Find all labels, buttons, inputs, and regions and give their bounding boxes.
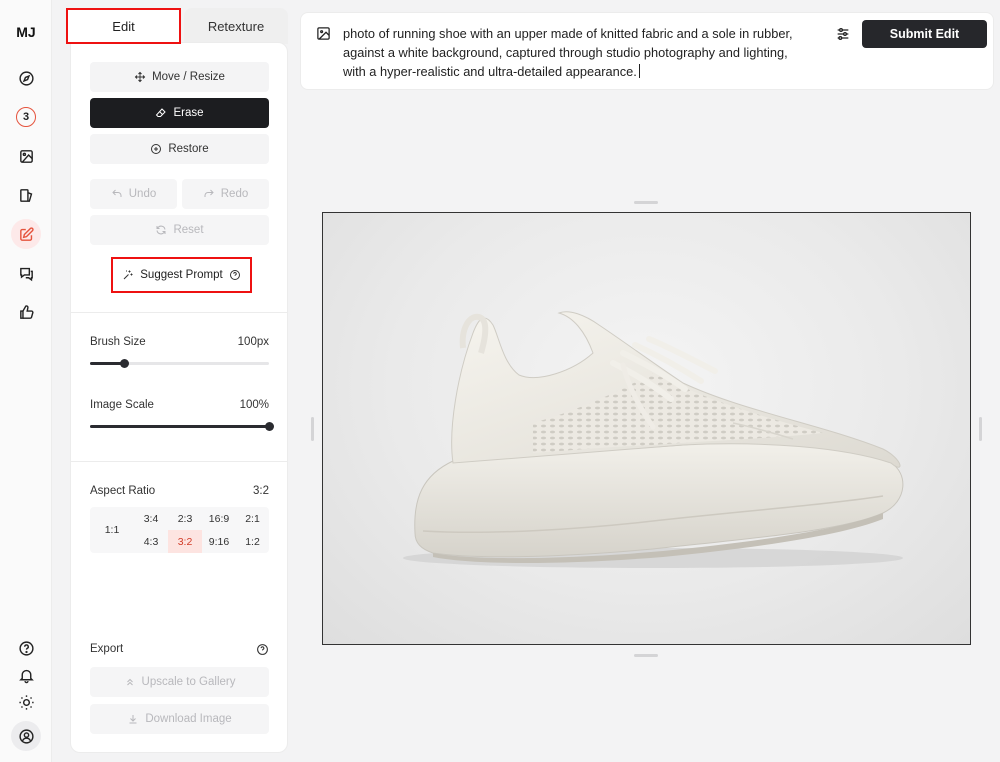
- settings-sliders-icon[interactable]: [835, 26, 851, 42]
- brush-size-label: Brush Size: [90, 336, 146, 348]
- resize-handle-left[interactable]: [311, 417, 314, 441]
- queue-count-badge: 3: [16, 107, 36, 127]
- edit-canvas[interactable]: [322, 212, 971, 645]
- resize-handle-right[interactable]: [979, 417, 982, 441]
- erase-label: Erase: [173, 107, 204, 119]
- brush-size-knob[interactable]: [120, 359, 129, 368]
- rate-button[interactable]: [11, 297, 41, 327]
- aspect-option[interactable]: 4:3: [134, 530, 168, 553]
- undo-button[interactable]: Undo: [90, 179, 177, 209]
- theme-toggle[interactable]: [11, 687, 41, 717]
- submit-edit-button[interactable]: Submit Edit: [862, 20, 987, 48]
- reset-icon: [156, 225, 166, 235]
- queue-button[interactable]: 3: [11, 102, 41, 132]
- account-icon: [18, 728, 34, 744]
- aspect-option[interactable]: 16:9: [202, 507, 236, 530]
- redo-icon: [204, 189, 214, 197]
- organize-button[interactable]: [11, 180, 41, 210]
- suggest-prompt-button[interactable]: Suggest Prompt: [111, 257, 252, 293]
- export-label: Export: [90, 643, 124, 655]
- redo-label: Redo: [220, 188, 249, 200]
- aspect-option[interactable]: 9:16: [202, 530, 236, 553]
- sun-icon: [18, 694, 34, 710]
- help-icon[interactable]: [229, 269, 241, 281]
- image-icon: [19, 149, 33, 163]
- resize-handle-top[interactable]: [634, 201, 658, 204]
- aspect-ratio-value: 3:2: [253, 485, 269, 497]
- image-scale-label: Image Scale: [90, 399, 154, 411]
- divider: [71, 461, 287, 462]
- tab-edit[interactable]: Edit: [66, 8, 181, 44]
- move-resize-label: Move / Resize: [152, 71, 225, 83]
- create-button[interactable]: [11, 141, 41, 171]
- image-scale-slider[interactable]: [90, 422, 274, 431]
- resize-handle-bottom[interactable]: [634, 654, 658, 657]
- eraser-icon: [156, 108, 167, 117]
- plus-circle-icon: [151, 144, 162, 154]
- explore-button[interactable]: [11, 63, 41, 93]
- bell-icon: [18, 669, 34, 683]
- aspect-ratio-grid: 1:1 3:4 2:3 16:9 2:1 4:3 3:2 9:16 1:2: [90, 507, 269, 553]
- help-icon: [18, 640, 34, 656]
- aspect-ratio-label: Aspect Ratio: [90, 485, 156, 497]
- image-scale-value: 100%: [239, 399, 269, 411]
- move-icon: [134, 71, 146, 83]
- prompt-text: photo of running shoe with an upper made…: [343, 26, 793, 79]
- edit-panel: Move / Resize Erase Restore Undo Redo Re…: [70, 42, 288, 753]
- account-button[interactable]: [11, 721, 41, 751]
- edit-icon: [19, 226, 34, 241]
- aspect-option[interactable]: 1:2: [236, 530, 269, 553]
- download-image-button[interactable]: Download Image: [90, 704, 269, 734]
- shoe-image: [403, 311, 904, 568]
- download-label: Download Image: [145, 713, 232, 725]
- image-scale-fill: [90, 425, 269, 428]
- sparkle-icon: [123, 270, 133, 280]
- aspect-option[interactable]: 2:3: [168, 507, 202, 530]
- help-icon[interactable]: [256, 643, 269, 656]
- tab-retexture[interactable]: Retexture: [184, 8, 288, 44]
- redo-button[interactable]: Redo: [182, 179, 269, 209]
- undo-icon: [112, 189, 122, 197]
- nav-rail: MJ 3: [0, 0, 52, 762]
- download-icon: [129, 715, 137, 724]
- image-scale-knob[interactable]: [265, 422, 274, 431]
- restore-label: Restore: [168, 143, 209, 155]
- help-button[interactable]: [11, 633, 41, 663]
- move-resize-button[interactable]: Move / Resize: [90, 62, 269, 92]
- upscale-to-gallery-button[interactable]: Upscale to Gallery: [90, 667, 269, 697]
- prompt-input[interactable]: photo of running shoe with an upper made…: [343, 24, 813, 81]
- chat-icon: [19, 267, 33, 281]
- divider: [71, 312, 287, 313]
- edit-nav-button[interactable]: [11, 219, 41, 249]
- chevrons-up-icon: [126, 678, 133, 686]
- aspect-option[interactable]: 1:1: [90, 507, 134, 553]
- thumbs-up-icon: [19, 304, 34, 319]
- prompt-bar: photo of running shoe with an upper made…: [300, 12, 994, 90]
- upscale-label: Upscale to Gallery: [141, 676, 236, 688]
- gallery-icon: [19, 188, 32, 202]
- suggest-prompt-label: Suggest Prompt: [140, 269, 223, 281]
- brush-size-fill: [90, 362, 124, 365]
- brush-size-value: 100px: [237, 336, 269, 348]
- restore-button[interactable]: Restore: [90, 134, 269, 164]
- aspect-option[interactable]: 2:1: [236, 507, 269, 530]
- text-caret: [638, 64, 640, 78]
- notifications-button[interactable]: [11, 660, 41, 690]
- aspect-option[interactable]: 3:4: [134, 507, 168, 530]
- reset-button[interactable]: Reset: [90, 215, 269, 245]
- reset-label: Reset: [173, 224, 204, 236]
- erase-button[interactable]: Erase: [90, 98, 269, 128]
- image-icon[interactable]: [316, 26, 331, 41]
- app-logo[interactable]: MJ: [0, 24, 52, 40]
- brush-size-slider[interactable]: [90, 359, 269, 368]
- aspect-option-selected[interactable]: 3:2: [168, 530, 202, 553]
- undo-label: Undo: [128, 188, 157, 200]
- compass-icon: [18, 70, 34, 86]
- chat-button[interactable]: [11, 258, 41, 288]
